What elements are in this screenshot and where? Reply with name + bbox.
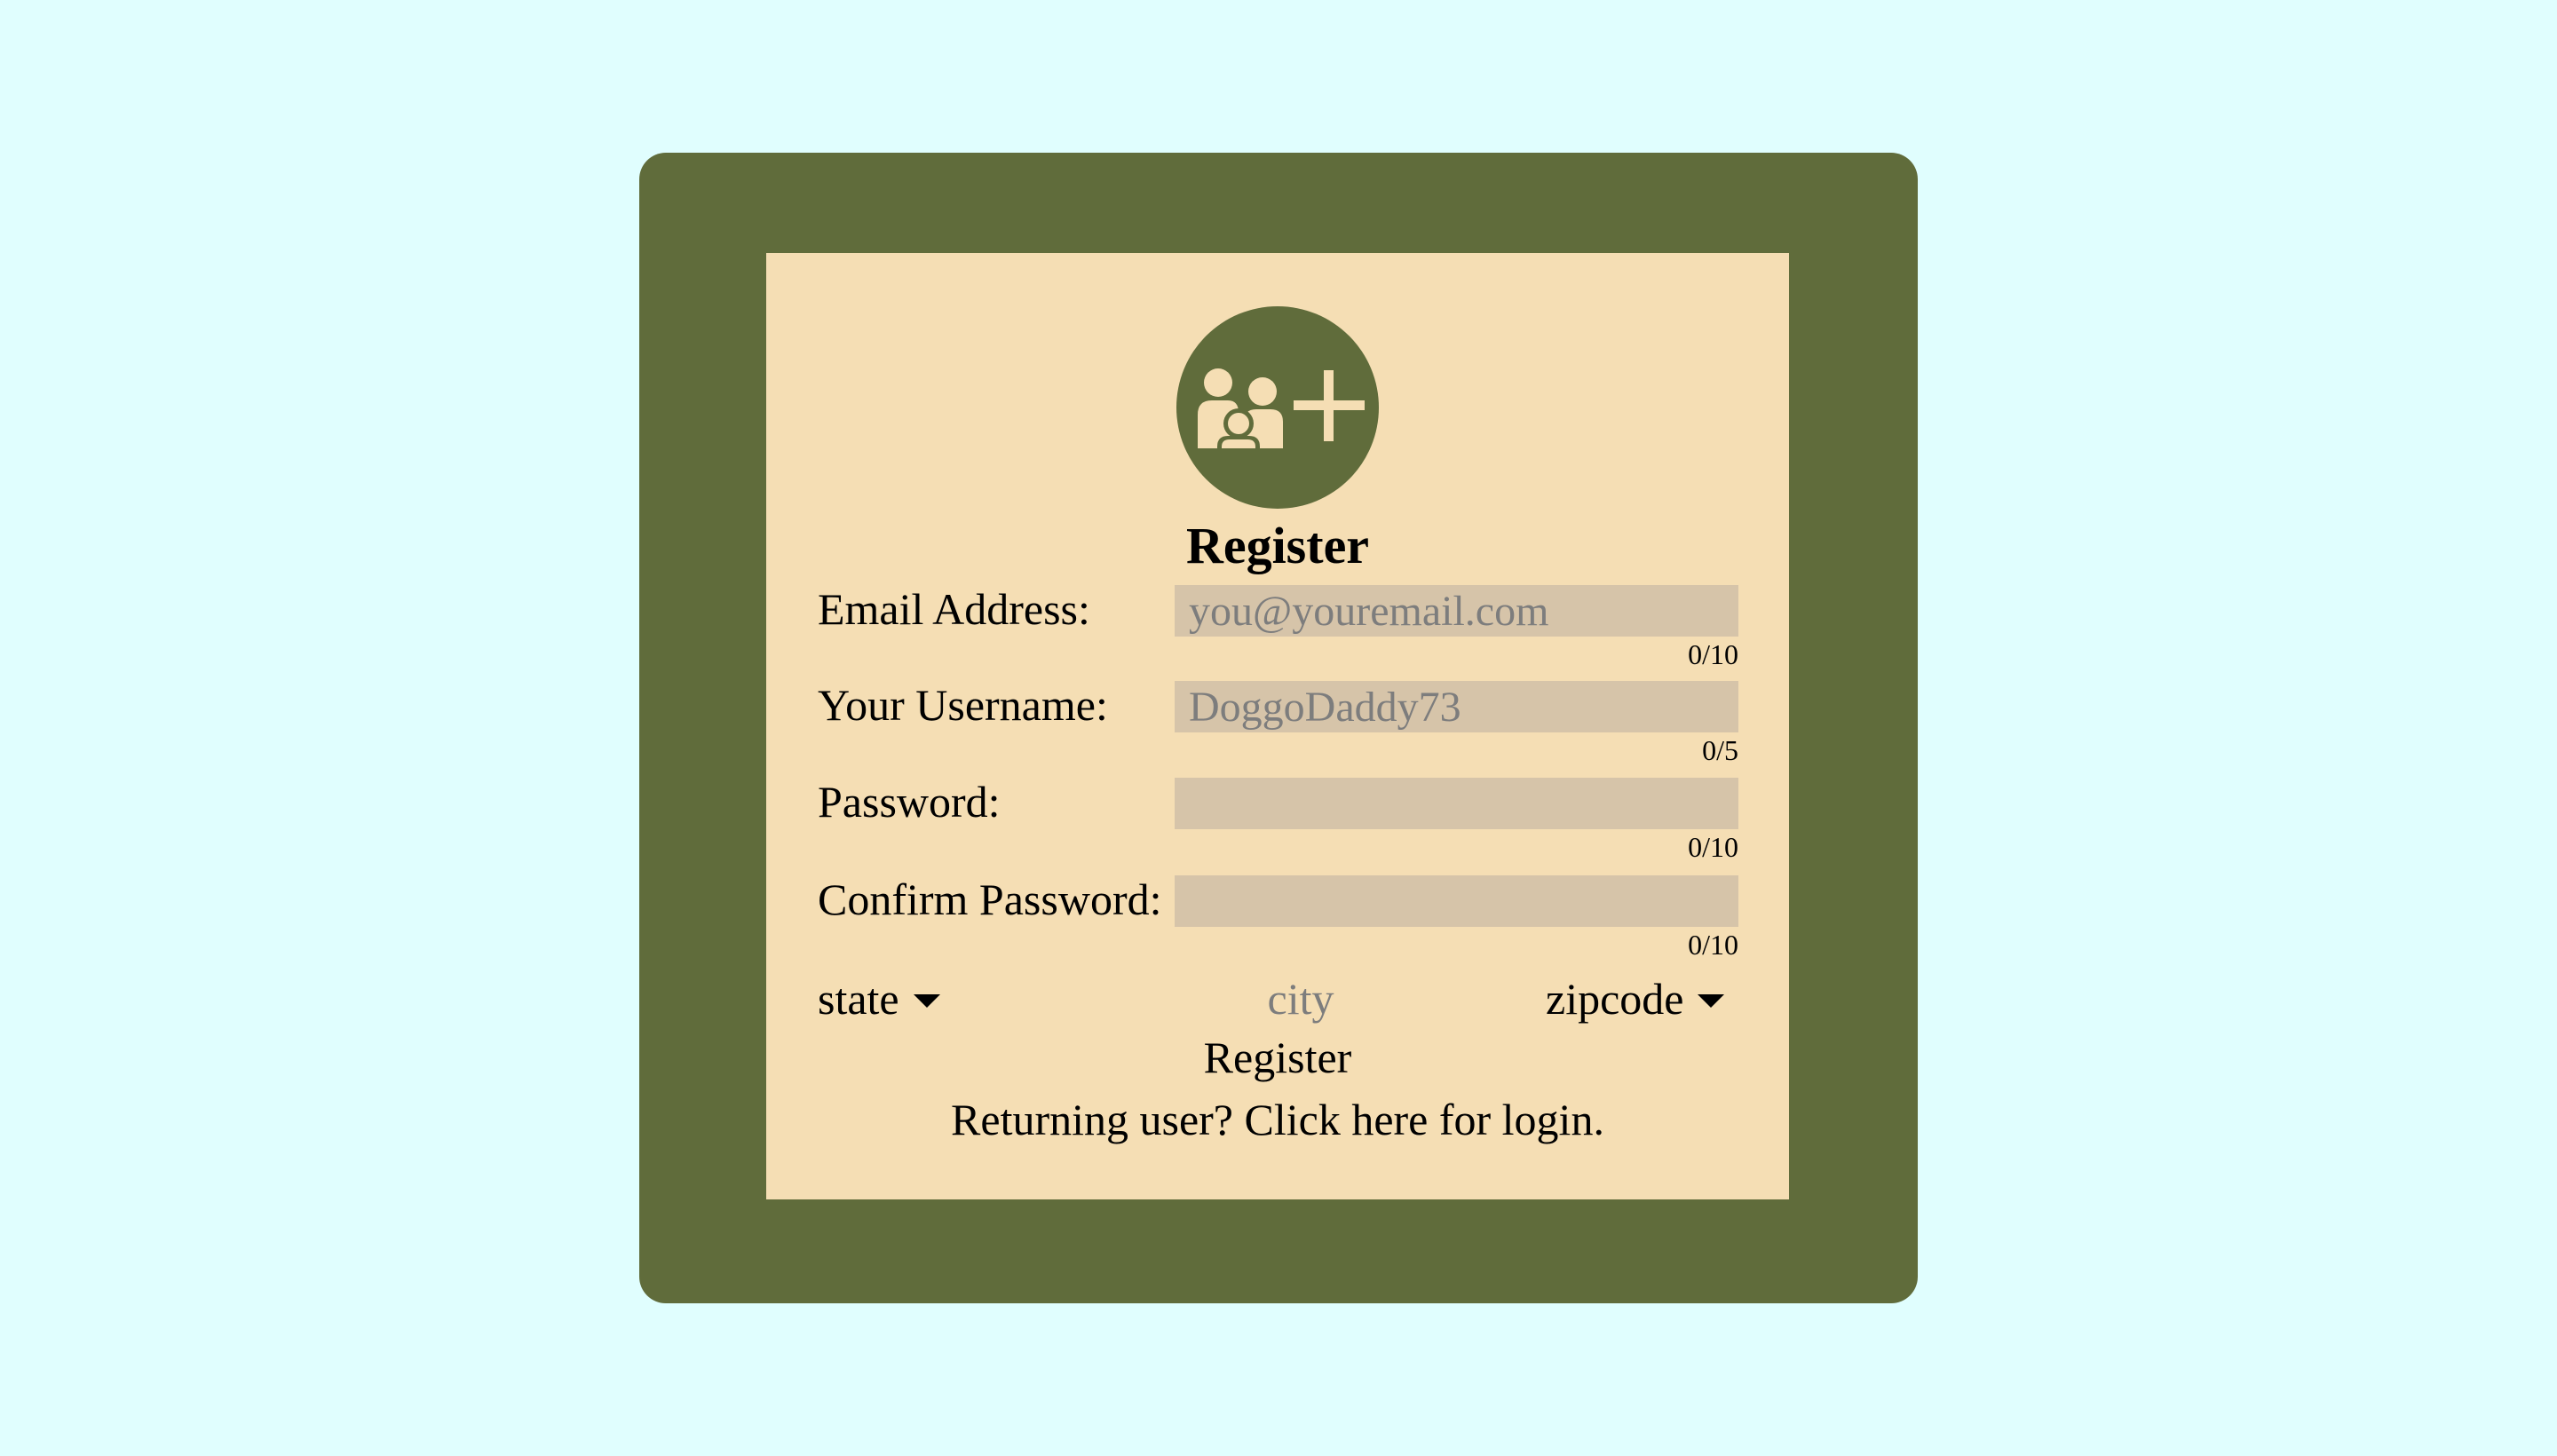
- email-label: Email Address:: [818, 584, 1090, 634]
- register-card-frame: Register Email Address: 0/10 Your Userna…: [639, 153, 1918, 1303]
- login-link[interactable]: Returning user? Click here for login.: [766, 1093, 1789, 1146]
- email-char-counter: 0/10: [1688, 638, 1738, 670]
- page-title: Register: [1185, 517, 1370, 574]
- confirm-password-label: Confirm Password:: [818, 874, 1162, 924]
- username-label: Your Username:: [818, 680, 1108, 730]
- add-family-icon: [1176, 306, 1379, 509]
- username-field[interactable]: [1175, 681, 1738, 732]
- confirm-password-field[interactable]: [1175, 875, 1738, 927]
- caret-down-icon: [1698, 993, 1725, 1008]
- password-field[interactable]: [1175, 778, 1738, 829]
- password-char-counter: 0/10: [1688, 831, 1738, 863]
- caret-down-icon: [913, 993, 940, 1008]
- zipcode-select[interactable]: zipcode: [1546, 972, 1725, 1025]
- state-select-label: state: [818, 974, 899, 1024]
- password-label: Password:: [818, 777, 1001, 827]
- email-field[interactable]: [1175, 585, 1738, 637]
- zipcode-select-label: zipcode: [1546, 974, 1684, 1024]
- city-input[interactable]: city: [1247, 972, 1354, 1025]
- register-button[interactable]: Register: [766, 1031, 1789, 1084]
- state-select[interactable]: state: [818, 972, 940, 1025]
- username-char-counter: 0/5: [1702, 734, 1738, 766]
- register-panel: Register Email Address: 0/10 Your Userna…: [766, 253, 1789, 1199]
- confirm-password-char-counter: 0/10: [1688, 929, 1738, 961]
